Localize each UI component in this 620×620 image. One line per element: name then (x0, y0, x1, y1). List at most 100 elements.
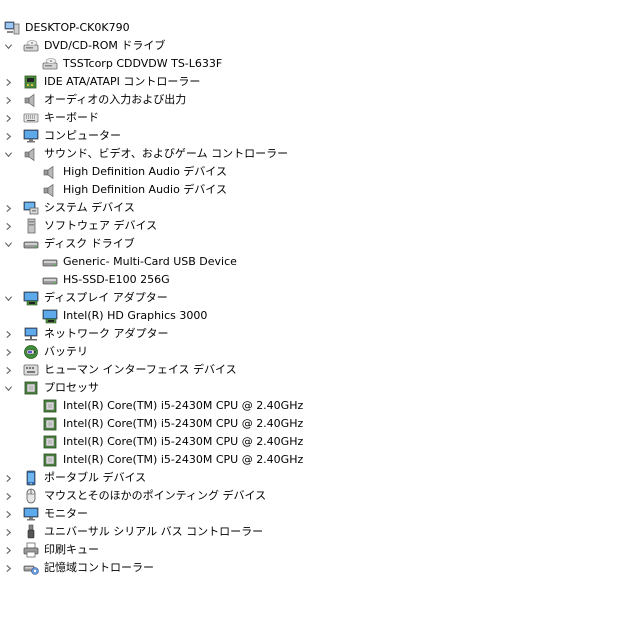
tree-category-item[interactable]: DVD/CD-ROM ドライブ (0, 37, 320, 55)
tree-category-item[interactable]: サウンド、ビデオ、およびゲーム コントローラー (0, 145, 320, 163)
tree-category-item[interactable]: マウスとそのほかのポインティング デバイス (0, 487, 320, 505)
chevron-right-icon[interactable] (2, 490, 14, 502)
tree-category-item[interactable]: オーディオの入力および出力 (0, 91, 320, 109)
disk-drive-icon (42, 272, 58, 288)
tree-category-item[interactable]: ユニバーサル シリアル バス コントローラー (0, 523, 320, 541)
disk-drive-icon (42, 254, 58, 270)
tree-item-label: ディスプレイ アダプター (44, 291, 168, 304)
speaker-icon (42, 164, 58, 180)
chevron-right-icon[interactable] (2, 328, 14, 340)
tree-device-item[interactable]: Intel(R) HD Graphics 3000 (0, 307, 320, 325)
tree-item-label: High Definition Audio デバイス (63, 183, 227, 196)
processor-icon (42, 452, 58, 468)
processor-icon (23, 380, 39, 396)
tree-category-item[interactable]: モニター (0, 505, 320, 523)
chevron-down-icon[interactable] (2, 292, 14, 304)
tree-item-label: 記憶域コントローラー (44, 561, 154, 574)
chevron-down-icon[interactable] (2, 148, 14, 160)
chevron-right-icon[interactable] (2, 94, 14, 106)
tree-category-item[interactable]: ソフトウェア デバイス (0, 217, 320, 235)
chevron-down-icon[interactable] (2, 238, 14, 250)
processor-icon (42, 434, 58, 450)
tree-device-item[interactable]: High Definition Audio デバイス (0, 181, 320, 199)
tree-device-item[interactable]: Intel(R) Core(TM) i5-2430M CPU @ 2.40GHz (0, 415, 320, 433)
tree-category-item[interactable]: ディスク ドライブ (0, 235, 320, 253)
tree-item-label: プロセッサ (44, 381, 99, 394)
chevron-down-icon[interactable] (2, 382, 14, 394)
tree-device-item[interactable]: TSSTcorp CDDVDW TS-L633F (0, 55, 320, 73)
tree-category-item[interactable]: バッテリ (0, 343, 320, 361)
chevron-right-icon[interactable] (2, 220, 14, 232)
battery-icon (23, 344, 39, 360)
tree-device-item[interactable]: Intel(R) Core(TM) i5-2430M CPU @ 2.40GHz (0, 397, 320, 415)
network-adapter-icon (23, 326, 39, 342)
tree-category-item[interactable]: コンピューター (0, 127, 320, 145)
display-adapter-icon (23, 290, 39, 306)
tree-device-item[interactable]: Generic- Multi-Card USB Device (0, 253, 320, 271)
ide-controller-icon (23, 74, 39, 90)
tree-device-item[interactable]: Intel(R) Core(TM) i5-2430M CPU @ 2.40GHz (0, 433, 320, 451)
tree-category-item[interactable]: ポータブル デバイス (0, 469, 320, 487)
chevron-right-icon[interactable] (2, 472, 14, 484)
mouse-icon (23, 488, 39, 504)
chevron-right-icon[interactable] (2, 562, 14, 574)
tree-item-label: DESKTOP-CK0K790 (25, 21, 130, 34)
tree-item-label: Generic- Multi-Card USB Device (63, 255, 237, 268)
tree-item-label: 印刷キュー (44, 543, 99, 556)
tree-device-item[interactable]: HS-SSD-E100 256G (0, 271, 320, 289)
hid-icon (23, 362, 39, 378)
tree-item-label: IDE ATA/ATAPI コントローラー (44, 75, 201, 88)
tree-item-label: Intel(R) Core(TM) i5-2430M CPU @ 2.40GHz (63, 435, 304, 448)
tree-category-item[interactable]: ネットワーク アダプター (0, 325, 320, 343)
tree-item-label: Intel(R) HD Graphics 3000 (63, 309, 208, 322)
tree-device-item[interactable]: High Definition Audio デバイス (0, 163, 320, 181)
processor-icon (42, 398, 58, 414)
tree-item-label: ディスク ドライブ (44, 237, 135, 250)
chevron-right-icon[interactable] (2, 508, 14, 520)
processor-icon (42, 416, 58, 432)
tree-item-label: DVD/CD-ROM ドライブ (44, 39, 166, 52)
chevron-right-icon[interactable] (2, 526, 14, 538)
tree-category-item[interactable]: 記憶域コントローラー (0, 559, 320, 577)
tree-item-label: モニター (44, 507, 88, 520)
tree-item-label: バッテリ (44, 345, 88, 358)
chevron-right-icon[interactable] (2, 364, 14, 376)
portable-device-icon (23, 470, 39, 486)
tree-item-label: High Definition Audio デバイス (63, 165, 227, 178)
chevron-right-icon[interactable] (2, 544, 14, 556)
tree-item-label: キーボード (44, 111, 99, 124)
chevron-right-icon[interactable] (2, 346, 14, 358)
tree-root[interactable]: DESKTOP-CK0K790 (0, 19, 320, 37)
tree-category-item[interactable]: IDE ATA/ATAPI コントローラー (0, 73, 320, 91)
computer-root-icon (4, 20, 20, 36)
usb-icon (23, 524, 39, 540)
tree-category-item[interactable]: 印刷キュー (0, 541, 320, 559)
chevron-right-icon[interactable] (2, 76, 14, 88)
device-tree: DESKTOP-CK0K790 DVD/CD-ROM ドライブ TSSTcorp C… (0, 0, 620, 620)
tree-category-item[interactable]: ヒューマン インターフェイス デバイス (0, 361, 320, 379)
monitor-icon (23, 506, 39, 522)
tree-category-item[interactable]: ディスプレイ アダプター (0, 289, 320, 307)
tree-category-item[interactable]: キーボード (0, 109, 320, 127)
disk-drive-icon (23, 236, 39, 252)
tree-item-label: HS-SSD-E100 256G (63, 273, 170, 286)
chevron-right-icon[interactable] (2, 112, 14, 124)
tree-category-item[interactable]: システム デバイス (0, 199, 320, 217)
tree-device-item[interactable]: Intel(R) Core(TM) i5-2430M CPU @ 2.40GHz (0, 451, 320, 469)
chevron-down-icon[interactable] (2, 40, 14, 52)
keyboard-icon (23, 110, 39, 126)
tree-item-label: ネットワーク アダプター (44, 327, 169, 340)
tree-item-label: ポータブル デバイス (44, 471, 147, 484)
speaker-icon (23, 146, 39, 162)
software-device-icon (23, 218, 39, 234)
tree-item-label: サウンド、ビデオ、およびゲーム コントローラー (44, 147, 289, 160)
chevron-right-icon[interactable] (2, 130, 14, 142)
tree-item-label: ソフトウェア デバイス (44, 219, 158, 232)
dvd-drive-icon (42, 56, 58, 72)
tree-category-item[interactable]: プロセッサ (0, 379, 320, 397)
tree-item-label: コンピューター (44, 129, 121, 142)
tree-item-label: ヒューマン インターフェイス デバイス (44, 363, 237, 376)
chevron-right-icon[interactable] (2, 202, 14, 214)
speaker-icon (42, 182, 58, 198)
tree-item-label: マウスとそのほかのポインティング デバイス (44, 489, 267, 502)
